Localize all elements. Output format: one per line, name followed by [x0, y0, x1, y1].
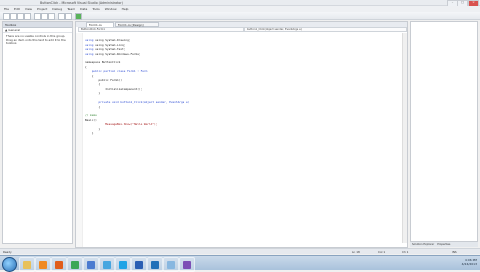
chrome-icon [71, 260, 79, 269]
explorer-icon [23, 260, 31, 269]
code-line: { [85, 104, 101, 109]
code-line: { [85, 73, 94, 78]
window-title: ButtonClick - Microsoft Visual Studio (A… [40, 1, 123, 5]
code-editor[interactable]: Form1.cs Form1.cs [Design] ButtonClick.F… [75, 21, 408, 248]
code-line: namespace ButtonClick [85, 60, 121, 65]
code-line: using System.Windows.Forms; [95, 51, 141, 56]
code-line: public partial class Form1 : Form [85, 69, 148, 74]
code-line: using System.Linq; [95, 42, 126, 47]
start-debugging-icon[interactable] [75, 13, 82, 20]
toolbox-panel: Toolbox ▲ General There are no usable co… [2, 21, 73, 244]
media-player-icon [39, 260, 47, 269]
visual-studio-icon [183, 260, 191, 269]
undo-icon[interactable] [58, 13, 65, 20]
editor-vertical-scrollbar[interactable] [402, 33, 407, 243]
solution-explorer-panel [410, 21, 478, 244]
copy-icon[interactable] [41, 13, 48, 20]
media-icon [87, 260, 95, 269]
code-line: { [85, 64, 87, 69]
toolbar [0, 12, 480, 20]
notepad-icon [167, 260, 175, 269]
messenger-icon [103, 260, 111, 269]
class-dropdown[interactable]: ButtonClick.Form1 [78, 27, 244, 32]
windows-taskbar: 4:06 PM 4/24/2013 [0, 255, 480, 272]
code-line: // memo [85, 113, 97, 118]
firefox-icon [55, 260, 63, 269]
code-text[interactable]: using using System.Drawing; using using … [85, 34, 189, 140]
editor-gutter [76, 33, 83, 247]
skype-icon [119, 260, 127, 269]
code-line: } [85, 91, 101, 96]
code-line: } [85, 126, 101, 131]
save-all-icon[interactable] [24, 13, 31, 20]
code-line: { [85, 82, 101, 87]
status-bar: Ready Ln 18 Col 1 Ch 1 INS [0, 248, 480, 254]
save-icon[interactable] [17, 13, 24, 20]
word-icon [135, 260, 143, 269]
code-line: Basic() [85, 117, 97, 122]
redo-icon[interactable] [65, 13, 72, 20]
paste-icon[interactable] [48, 13, 55, 20]
outlook-icon [151, 260, 159, 269]
code-line: using System.Drawing; [95, 38, 131, 43]
open-file-icon[interactable] [10, 13, 17, 20]
code-line: MessageBox.Show("Hello World"); [85, 122, 158, 127]
system-tray-clock[interactable]: 4:06 PM 4/24/2013 [462, 258, 477, 266]
right-panel-tabs: Solution Explorer Properties [410, 241, 478, 247]
member-dropdown[interactable]: button1_Click(object sender, EventArgs e… [244, 27, 407, 32]
toolbox-help-text: There are no usable controls in this gro… [6, 34, 66, 46]
clock-date: 4/24/2013 [461, 262, 477, 266]
code-line: public Form1() [85, 78, 123, 83]
cut-icon[interactable] [34, 13, 41, 20]
toolbox-section-general[interactable]: ▲ General [3, 28, 72, 33]
code-line: private void button1_Click(object sender… [85, 100, 190, 105]
new-project-icon[interactable] [3, 13, 10, 20]
code-line: using System.Text; [95, 47, 126, 52]
code-line: InitializeComponent(); [85, 86, 143, 91]
code-line: } [85, 130, 94, 135]
